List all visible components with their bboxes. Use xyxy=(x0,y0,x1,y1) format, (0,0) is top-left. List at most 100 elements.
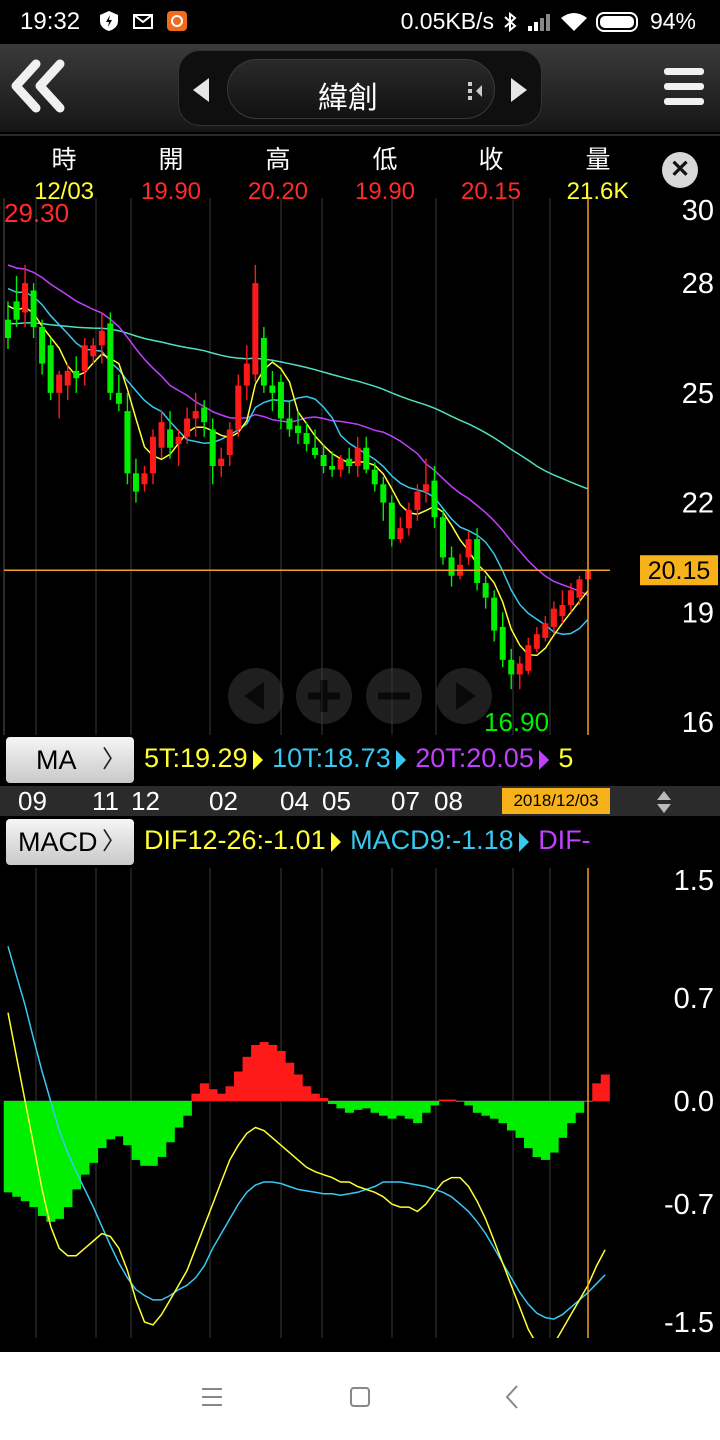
x-tick-label: 11 xyxy=(92,786,119,816)
resize-updown-icon[interactable] xyxy=(654,790,674,814)
macd-histogram-bar xyxy=(549,1101,559,1153)
candle-body xyxy=(482,583,489,598)
candle-body xyxy=(73,370,80,379)
macd-histogram-bar xyxy=(404,1101,414,1119)
macd-histogram-bar xyxy=(182,1101,192,1116)
macd-histogram-bar xyxy=(114,1101,124,1137)
x-tick-label: 02 xyxy=(209,786,238,816)
macd-legend: DIF12-26:-1.01 MACD9:-1.18 DIF- xyxy=(144,825,593,856)
candle-body xyxy=(90,345,97,357)
candle-body xyxy=(567,590,574,605)
back-arrow-icon[interactable] xyxy=(502,1384,522,1410)
x-tick-label: 08 xyxy=(434,786,463,816)
mail-icon xyxy=(133,14,153,29)
system-nav-bar xyxy=(0,1352,720,1440)
macd-histogram-bar xyxy=(3,1101,13,1193)
candle-body xyxy=(235,385,242,430)
macd-histogram-bar xyxy=(532,1101,542,1157)
macd-chart[interactable]: 1.5 0.7 0.0 -0.7 -1.5 xyxy=(0,868,720,1338)
candle-body xyxy=(150,436,156,474)
candle-body xyxy=(269,385,276,393)
x-tick-label: 05 xyxy=(322,786,351,816)
macd-histogram-bar xyxy=(216,1093,226,1101)
price-chart[interactable]: 29.30 16.90 30 28 25 22 19 16 20.15 xyxy=(0,198,720,735)
candle-body xyxy=(354,447,361,466)
macd-histogram-bar xyxy=(131,1101,141,1160)
candle-body xyxy=(192,411,199,419)
x-axis-bar: 09 11 12 02 04 05 07 08 2018/12/03 xyxy=(0,786,720,816)
macd-histogram-bar xyxy=(302,1086,312,1101)
candle-body xyxy=(64,370,71,386)
current-price-value: 20.15 xyxy=(648,557,711,585)
macd-histogram-bar xyxy=(498,1101,508,1124)
candle-body xyxy=(252,283,259,375)
menu-lines-icon[interactable] xyxy=(200,1386,224,1408)
macd-histogram-bar xyxy=(268,1045,278,1101)
signal-icon xyxy=(527,13,550,31)
macd-histogram-bar xyxy=(123,1101,133,1146)
ma-indicator-button[interactable]: MA 〉 xyxy=(6,737,134,783)
drag-handle-icon[interactable] xyxy=(466,80,488,102)
candle-body xyxy=(312,447,319,456)
chevron-right-icon: 〉 xyxy=(102,746,126,773)
triangle-right-icon xyxy=(252,750,263,770)
candle-body xyxy=(405,509,412,529)
menu-icon[interactable] xyxy=(664,66,704,108)
macd-histogram-bar xyxy=(165,1101,175,1143)
stock-title: 緯創 xyxy=(318,82,378,115)
x-tick-label: 04 xyxy=(280,786,309,816)
macd-histogram-bar xyxy=(481,1101,491,1116)
y-tick-label: -0.7 xyxy=(664,1189,714,1221)
chart-scroll-controls xyxy=(228,668,492,724)
macd-histogram-bar xyxy=(396,1101,406,1116)
candle-body xyxy=(107,323,114,393)
ma5-line xyxy=(7,305,589,657)
ma-legend: 5T:19.29 10T:18.73 20T:20.05 5 xyxy=(144,743,575,774)
candle-body xyxy=(491,597,498,631)
close-quote-button[interactable]: ✕ xyxy=(662,152,698,188)
candle-body xyxy=(30,290,37,328)
macd-histogram-bar xyxy=(97,1101,107,1149)
candle-body xyxy=(508,659,515,675)
macd-histogram-bar xyxy=(12,1101,22,1197)
macd-histogram-bar xyxy=(327,1101,337,1104)
triangle-right-icon xyxy=(538,750,549,770)
period-low-label: 16.90 xyxy=(484,707,549,735)
macd-histogram-bar xyxy=(310,1093,320,1101)
macd-histogram-bar xyxy=(293,1074,303,1101)
bluetooth-icon xyxy=(504,11,517,32)
ma-indicator-row: MA 〉 5T:19.29 10T:18.73 20T:20.05 5 xyxy=(0,735,610,785)
y-tick-label: 1.5 xyxy=(674,868,714,897)
candle-body xyxy=(533,634,540,649)
ma5-value: 5T:19.29 xyxy=(144,743,248,773)
macd-histogram-bar xyxy=(140,1101,150,1166)
macd-histogram-bar xyxy=(46,1101,56,1222)
y-tick-label: 22 xyxy=(682,488,714,520)
quote-low: 低 19.90 xyxy=(335,140,435,206)
next-stock-icon[interactable] xyxy=(509,77,529,103)
stock-title-box[interactable]: 緯創 xyxy=(227,59,495,119)
macd-histogram-bar xyxy=(430,1101,440,1106)
dif-line xyxy=(7,1012,606,1338)
macd-histogram-bar xyxy=(566,1101,576,1124)
macd-indicator-row: MACD 〉 DIF12-26:-1.01 MACD9:-1.18 DIF- xyxy=(0,817,610,867)
macd-indicator-button[interactable]: MACD 〉 xyxy=(6,819,134,865)
quote-label: 收 xyxy=(478,146,504,174)
macd-button-label: MACD xyxy=(18,827,98,857)
candle-body xyxy=(167,429,174,448)
candle-body xyxy=(286,418,293,430)
macd-histogram-bar xyxy=(472,1101,482,1113)
period-high-label: 29.30 xyxy=(4,198,69,228)
candle-body xyxy=(388,502,395,540)
back-double-chevron-icon[interactable] xyxy=(6,56,70,116)
candle-body xyxy=(422,484,429,492)
macd-histogram-bar xyxy=(541,1101,551,1160)
candle-body xyxy=(81,345,88,371)
candle-body xyxy=(329,466,336,470)
cursor-date-badge: 2018/12/03 xyxy=(502,788,610,814)
home-square-icon[interactable] xyxy=(348,1386,372,1408)
ma-button-label: MA xyxy=(36,745,77,775)
macd-histogram-bar xyxy=(379,1101,389,1116)
prev-stock-icon[interactable] xyxy=(191,77,211,103)
candle-body xyxy=(414,491,421,510)
